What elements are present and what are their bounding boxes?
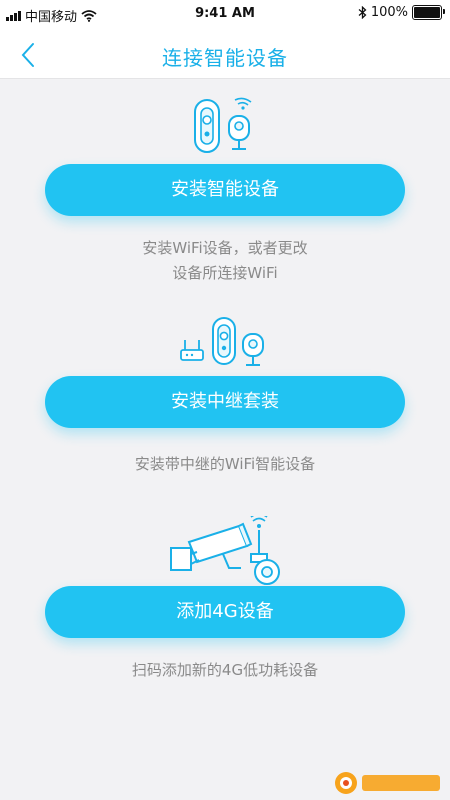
option-smart-device: 安装智能设备 安装WiFi设备，或者更改 设备所连接WiFi — [0, 78, 450, 298]
repeater-kit-icon — [180, 317, 264, 366]
4g-camera-icon — [170, 516, 280, 585]
watermark-logo — [335, 772, 440, 794]
nav-bar: 连接智能设备 — [0, 28, 450, 79]
add-4g-device-button[interactable]: 添加4G设备 — [45, 586, 405, 638]
status-right: 100% — [358, 5, 445, 20]
description-line: 扫码添加新的4G低功耗设备 — [131, 661, 319, 679]
battery-icon — [412, 5, 445, 20]
option-4g-device: 添加4G设备 扫码添加新的4G低功耗设备 — [0, 508, 450, 698]
description-line: 安装WiFi设备，或者更改 — [142, 239, 308, 257]
bluetooth-icon — [358, 6, 367, 19]
install-repeater-kit-description: 安装带中继的WiFi智能设备 — [0, 452, 450, 477]
install-smart-device-button[interactable]: 安装智能设备 — [45, 164, 405, 216]
battery-percent: 100% — [370, 5, 408, 20]
add-4g-device-description: 扫码添加新的4G低功耗设备 — [0, 658, 450, 683]
battery-level — [414, 7, 440, 18]
smart-camera-doorbell-icon — [194, 97, 252, 153]
option-repeater-kit: 安装中继套装 安装带中继的WiFi智能设备 — [0, 298, 450, 498]
description-line: 安装带中继的WiFi智能设备 — [134, 455, 316, 473]
install-repeater-kit-button[interactable]: 安装中继套装 — [45, 376, 405, 428]
description-line: 设备所连接WiFi — [172, 264, 278, 282]
install-smart-device-description: 安装WiFi设备，或者更改 设备所连接WiFi — [0, 236, 450, 286]
status-bar: 中国移动 9:41 AM 100% — [0, 0, 450, 28]
page-title: 连接智能设备 — [162, 46, 288, 70]
